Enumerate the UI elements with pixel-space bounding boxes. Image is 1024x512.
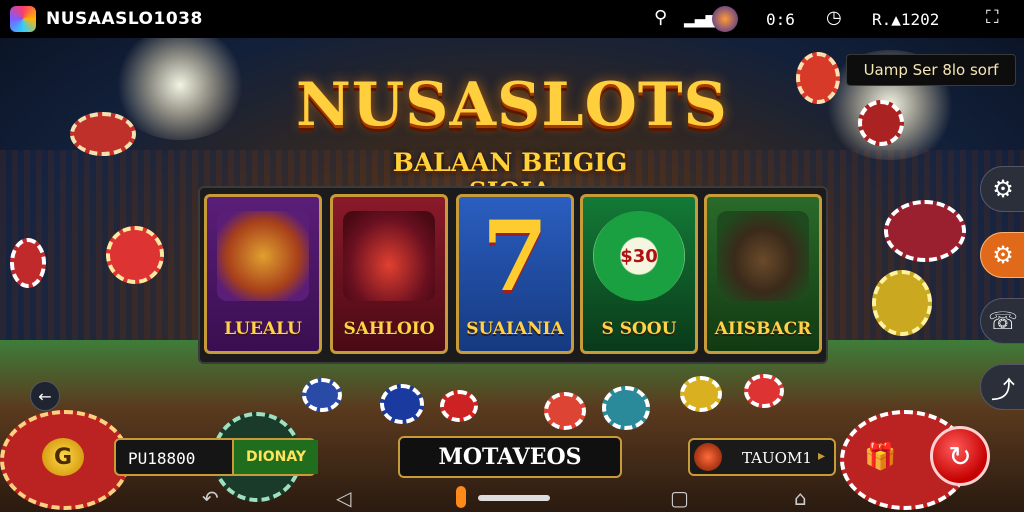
casino-chip [796,52,840,104]
app-logo-icon[interactable] [10,6,36,32]
user-profile[interactable]: TAUOM1 ▸ [688,438,836,476]
screen-record-icon[interactable]: ⛶ [986,7,999,28]
balance-value: PU18800 [128,449,196,468]
coin-icon[interactable]: G [42,438,84,476]
treasure-barrel-icon [217,211,309,301]
game-card-label: S SOOU [601,319,677,339]
casino-chip [744,374,784,408]
green-chip-icon: $30 [593,211,685,301]
game-card-label: LUEALU [224,319,302,339]
side-menu-settings[interactable]: ⚙ [980,232,1024,278]
side-menu-chat[interactable]: ☏ [980,298,1024,344]
casino-chip [544,392,586,430]
game-card-label: AIISBACR [714,319,812,339]
back-triangle-icon[interactable]: ◁ [336,486,351,510]
main-menu-button[interactable]: MOTAVEOS [398,436,622,478]
home-indicator[interactable] [478,495,550,501]
home-icon[interactable]: ⌂ [794,486,807,510]
game-card-label: SUAIANIA [466,319,564,339]
network-status: R.▲1202 [872,10,940,29]
search-icon[interactable]: ⚲ [654,7,667,28]
status-time: 0:6 [766,10,795,29]
spin-icon: ↻ [948,439,972,473]
game-card-lucky-seven[interactable]: 7 SUAIANIA [456,194,574,354]
horse-rider-icon [717,211,809,301]
avatar [694,443,722,471]
motorbike-rider-icon [343,211,435,301]
app-name: NUSAASLO1038 [46,9,203,29]
casino-chip [440,390,478,422]
casino-chip [858,100,904,146]
promo-banner[interactable]: Uamp Ser 8lo sorf [846,54,1016,86]
gear-icon: ⚙ [992,175,1014,203]
balance-panel: PU18800 DIONAY [114,438,318,476]
casino-chip [106,226,164,284]
avatar-icon[interactable] [712,6,738,32]
status-bar: NUSAASLO1038 ⚲ ▂▄▆ 0:6 ◷ R.▲1202 ⛶ [0,0,1024,38]
casino-chip [884,200,966,262]
gift-icon[interactable]: 🎁 [864,442,896,472]
casino-chip [680,376,722,412]
casino-chip [380,384,424,424]
chevron-right-icon: ▸ [818,448,826,464]
side-menu-gear[interactable]: ⚙ [980,166,1024,212]
assistant-icon[interactable] [456,486,466,508]
casino-chip [10,238,46,288]
username: TAUOM1 [742,449,812,467]
game-card-motorbike[interactable]: SAHLOIO [330,194,448,354]
settings-active-icon: ⚙ [992,241,1014,269]
spin-button[interactable]: ↻ [930,426,990,486]
game-card-green-chip[interactable]: $30 S SOOU [580,194,698,354]
casino-chip [302,378,342,412]
casino-chip [872,270,932,336]
game-card-horse-rider[interactable]: AIISBACR [704,194,822,354]
arrow-left-icon: ← [38,386,52,406]
lucky-seven-icon: 7 [481,199,549,313]
rotate-icon[interactable]: ↶ [202,486,219,510]
casino-chip [70,112,136,156]
back-button[interactable]: ← [30,381,60,411]
side-menu-share[interactable]: ⤴ [980,364,1024,410]
casino-chip [602,386,650,430]
clock-icon: ◷ [826,7,842,28]
deposit-button[interactable]: DIONAY [232,440,318,474]
game-card-treasure[interactable]: LUEALU [204,194,322,354]
chat-icon: ☏ [987,307,1018,335]
game-title: NUSASLOTS [296,70,728,140]
share-icon: ⤴ [991,375,1015,404]
game-card-label: SAHLOIO [343,319,435,339]
recent-apps-icon[interactable]: ▢ [670,486,689,510]
